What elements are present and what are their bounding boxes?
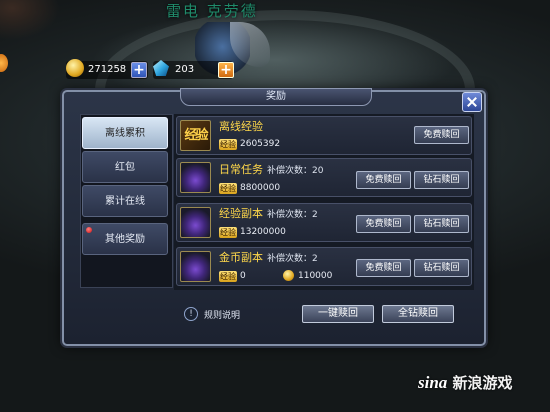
treasure-chest-icon	[180, 251, 211, 282]
free-redeem-button[interactable]: 免费赎回	[356, 215, 411, 233]
character-name: 雷电 克劳德	[166, 2, 258, 20]
gold-value: 271258	[88, 64, 127, 75]
exp-value: 0	[240, 271, 246, 281]
rules-link[interactable]: 规则说明	[204, 308, 240, 321]
dialog-title: 奖励	[180, 88, 372, 106]
compensation-count: 补偿次数：20	[267, 166, 324, 176]
diamond-redeem-button[interactable]: 钻石赎回	[414, 171, 469, 189]
diamond-redeem-button[interactable]: 钻石赎回	[414, 215, 469, 233]
row-title: 经验副本	[219, 207, 263, 220]
gem-value: 203	[175, 64, 195, 75]
compensation-count: 补偿次数：2	[267, 210, 318, 220]
add-gems-button[interactable]: +	[218, 62, 234, 78]
all-diamond-redeem-button[interactable]: 全钻赎回	[382, 305, 454, 323]
diamond-redeem-button[interactable]: 钻石赎回	[414, 259, 469, 277]
exp-value: 2605392	[240, 139, 281, 149]
watermark-text: 新浪游戏	[452, 374, 513, 392]
diamond-icon	[153, 60, 169, 76]
treasure-chest-icon	[180, 162, 211, 193]
scene-orb	[0, 54, 8, 72]
tab-red-packet[interactable]: 红包	[82, 151, 168, 183]
treasure-chest-icon	[180, 207, 211, 238]
exp-scroll-icon: 经验	[180, 120, 211, 151]
info-icon[interactable]: !	[184, 307, 198, 321]
free-redeem-button[interactable]: 免费赎回	[356, 171, 411, 189]
row-title: 离线经验	[219, 120, 263, 133]
row-title: 日常任务	[219, 163, 263, 176]
free-redeem-button[interactable]: 免费赎回	[356, 259, 411, 277]
close-icon[interactable]	[462, 92, 482, 112]
tab-online-total[interactable]: 累计在线	[82, 185, 168, 217]
free-redeem-button[interactable]: 免费赎回	[414, 126, 469, 144]
exp-tag: 经验	[219, 271, 237, 282]
gold-value: 110000	[298, 271, 333, 281]
exp-value: 13200000	[240, 227, 286, 237]
tab-offline-accumulate[interactable]: 离线累积	[82, 117, 168, 149]
exp-value: 8800000	[240, 183, 281, 193]
gold-coin-icon	[283, 270, 294, 281]
row-title: 金币副本	[219, 251, 263, 264]
notification-dot	[86, 227, 92, 233]
watermark-brand: sina	[418, 373, 448, 392]
one-click-redeem-button[interactable]: 一键赎回	[302, 305, 374, 323]
gold-coin-icon	[66, 59, 84, 77]
exp-tag: 经验	[219, 183, 237, 194]
compensation-count: 补偿次数：2	[267, 254, 318, 264]
tab-other-rewards[interactable]: 其他奖励	[82, 223, 168, 255]
scene-creature	[0, 0, 60, 40]
exp-tag: 经验	[219, 227, 237, 238]
add-gold-button[interactable]: +	[131, 62, 147, 78]
exp-tag: 经验	[219, 139, 237, 150]
sina-watermark: sina 新浪游戏	[418, 372, 513, 393]
